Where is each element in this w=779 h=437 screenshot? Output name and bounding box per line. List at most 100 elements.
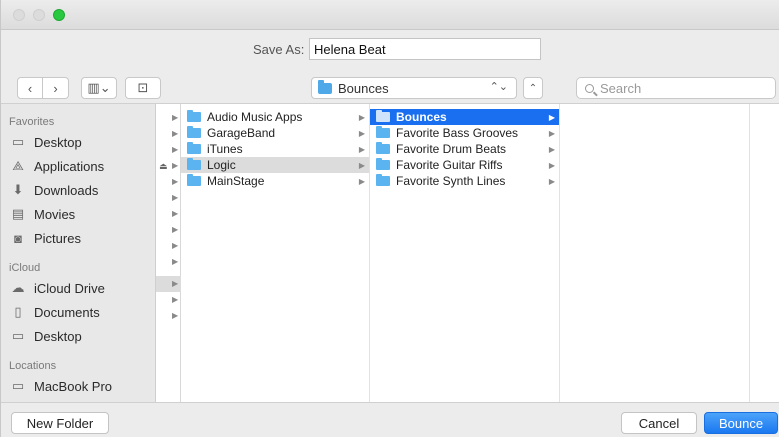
laptop-icon: ▭ (11, 378, 25, 393)
sidebar: Favorites ▭ Desktop ⟁ Applications ⬇ Dow… (1, 104, 156, 402)
column-bounces[interactable] (560, 104, 750, 402)
item-label: MainStage (207, 174, 265, 188)
minimize-button[interactable] (33, 9, 45, 21)
sidebar-header-favorites: Favorites (9, 116, 55, 128)
eject-icon[interactable]: ⏏ (159, 161, 168, 172)
sidebar-item-applications[interactable]: ⟁ Applications (9, 155, 104, 177)
sidebar-item-label: Pictures (34, 230, 81, 246)
list-item[interactable]: Favorite Drum Beats ▶ (370, 141, 559, 157)
chevron-up-icon: ⌃ (528, 82, 538, 94)
item-label: Bounces (396, 110, 447, 124)
item-label: Favorite Guitar Riffs (396, 158, 503, 172)
list-item[interactable]: Favorite Bass Grooves ▶ (370, 125, 559, 141)
cloud-icon: ☁ (11, 280, 25, 295)
disclosure-icon: ▶ (358, 144, 365, 154)
cancel-button[interactable]: Cancel (621, 412, 697, 434)
item-label: Favorite Synth Lines (396, 174, 506, 188)
item-label: Logic (207, 158, 236, 172)
sidebar-item-icloud-desktop[interactable]: ▭ Desktop (9, 325, 82, 347)
item-label: iTunes (207, 142, 243, 156)
list-item[interactable]: Logic ▶ (181, 157, 369, 173)
tree-row[interactable]: ▶ (156, 142, 181, 158)
list-item[interactable]: GarageBand ▶ (181, 125, 369, 141)
movies-icon: ▤ (11, 206, 25, 221)
desktop-icon: ▭ (11, 328, 25, 343)
disclosure-icon: ▶ (172, 129, 179, 138)
forward-button[interactable]: › (43, 77, 69, 99)
tree-row[interactable]: ⏏ ▶ (156, 158, 181, 174)
bounce-button[interactable]: Bounce (704, 412, 778, 434)
tree-row[interactable]: ▶ (156, 206, 181, 222)
view-options-button[interactable]: ▥⌄ (81, 77, 117, 99)
zoom-button[interactable] (53, 9, 65, 21)
new-folder-button[interactable]: New Folder (11, 412, 109, 434)
location-label: Bounces (338, 80, 389, 96)
list-item[interactable]: Favorite Guitar Riffs ▶ (370, 157, 559, 173)
disclosure-icon: ▶ (172, 295, 179, 304)
sidebar-item-desktop[interactable]: ▭ Desktop (9, 131, 82, 153)
list-item[interactable]: iTunes ▶ (181, 141, 369, 157)
disclosure-icon: ▶ (172, 311, 179, 320)
disclosure-icon: ▶ (172, 225, 179, 234)
toolbar: ‹ › ▥⌄ ⊡ Bounces ⌃⌄ ⌃ Search (1, 70, 779, 104)
search-field[interactable]: Search (576, 77, 776, 99)
column-logic-parent: Audio Music Apps ▶ GarageBand ▶ iTunes ▶… (181, 104, 370, 402)
list-item[interactable]: MainStage ▶ (181, 173, 369, 189)
folder-icon (187, 110, 201, 122)
sidebar-item-icloud-drive[interactable]: ☁ iCloud Drive (9, 277, 105, 299)
new-folder-icon-button[interactable]: ⊡ (125, 77, 161, 99)
chevron-left-icon: ‹ (27, 80, 33, 96)
tree-row[interactable]: ▶ (156, 174, 181, 190)
column-view-icon: ▥⌄ (87, 80, 111, 95)
downloads-icon: ⬇ (12, 182, 24, 197)
tree-row[interactable]: ▶ (156, 190, 181, 206)
disclosure-icon: ▶ (172, 241, 179, 250)
back-button[interactable]: ‹ (17, 77, 43, 99)
disclosure-icon: ▶ (172, 209, 179, 218)
column-empty[interactable] (750, 104, 779, 402)
disclosure-icon: ▶ (172, 193, 179, 202)
disclosure-icon: ▶ (358, 160, 365, 170)
disclosure-icon: ▶ (358, 176, 365, 186)
tree-row[interactable]: ▶ (156, 222, 181, 238)
tree-row[interactable]: ▶ (156, 308, 181, 324)
disclosure-icon: ▶ (172, 161, 179, 170)
sidebar-item-label: iCloud Drive (34, 280, 105, 296)
list-item[interactable]: Favorite Synth Lines ▶ (370, 173, 559, 189)
bottom-bar: New Folder Cancel Bounce (1, 402, 779, 437)
close-button[interactable] (13, 9, 25, 21)
sidebar-item-movies[interactable]: ▤ Movies (9, 203, 75, 225)
sidebar-item-pictures[interactable]: ◙ Pictures (9, 227, 81, 249)
folder-icon (376, 142, 390, 154)
disclosure-icon: ▶ (358, 112, 365, 122)
disclosure-icon: ▶ (172, 279, 179, 288)
tree-row[interactable]: ▶ (156, 292, 181, 308)
column-parent: ▶ ▶ ▶ ⏏ ▶ ▶ ▶ ▶ ▶ ▶ ▶ ▶ ▶ ▶ (156, 104, 181, 402)
disclosure-icon: ▶ (548, 112, 555, 122)
disclosure-icon: ▶ (172, 145, 179, 154)
disclosure-icon: ▶ (172, 257, 179, 266)
new-folder-icon: ⊡ (137, 80, 149, 95)
folder-icon (376, 110, 390, 122)
tree-row[interactable]: ▶ (156, 110, 181, 126)
documents-icon: ▯ (14, 304, 22, 319)
location-popup[interactable]: Bounces ⌃⌄ (311, 77, 517, 99)
sidebar-item-documents[interactable]: ▯ Documents (9, 301, 99, 323)
sidebar-item-macbook-pro[interactable]: ▭ MacBook Pro (9, 375, 112, 397)
list-item[interactable]: Bounces ▶ (370, 109, 559, 125)
collapse-button[interactable]: ⌃ (523, 77, 543, 99)
tree-row[interactable]: ▶ (156, 254, 181, 270)
pictures-icon: ◙ (14, 230, 22, 246)
disclosure-icon: ▶ (548, 176, 555, 186)
search-placeholder: Search (600, 80, 642, 96)
list-item[interactable]: Audio Music Apps ▶ (181, 109, 369, 125)
tree-row[interactable]: ▶ (156, 238, 181, 254)
sidebar-item-downloads[interactable]: ⬇ Downloads (9, 179, 99, 201)
save-as-label: Save As: (253, 42, 305, 57)
save-as-input[interactable] (309, 38, 541, 60)
save-as-row: Save As: (1, 30, 779, 70)
tree-row[interactable]: ▶ (156, 276, 181, 292)
tree-row[interactable]: ▶ (156, 126, 181, 142)
folder-icon (318, 79, 332, 94)
sidebar-header-icloud: iCloud (9, 262, 41, 274)
